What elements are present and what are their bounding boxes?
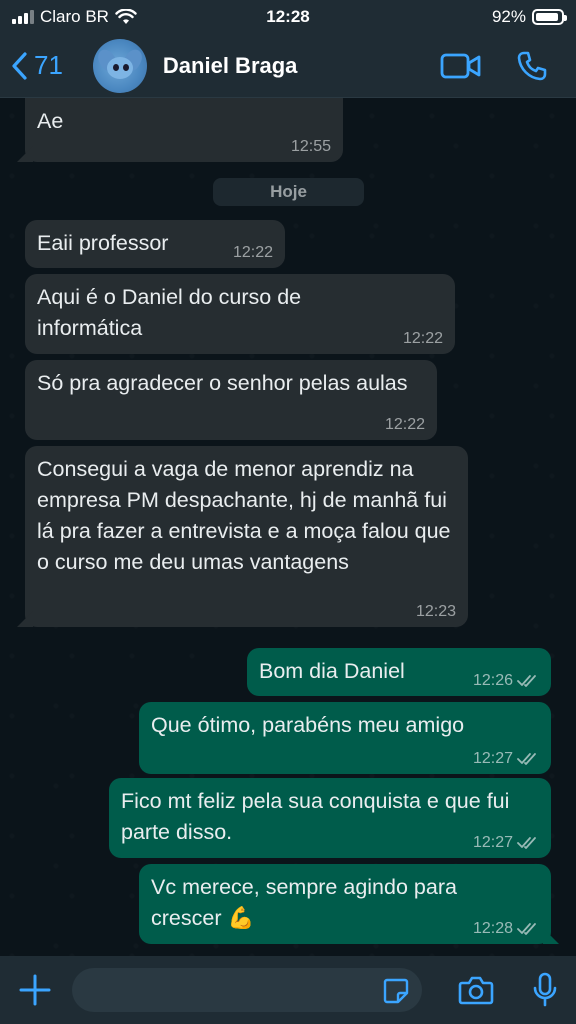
message-text: Fico mt feliz pela sua conquista e que f… (121, 789, 510, 844)
attach-button[interactable] (14, 969, 56, 1011)
message-time: 12:22 (232, 244, 273, 261)
avatar-eye (112, 63, 119, 71)
message-time: 12:27 (472, 834, 513, 851)
message-outgoing[interactable]: Fico mt feliz pela sua conquista e que f… (109, 778, 551, 858)
date-separator: Hoje (213, 178, 364, 206)
back-button[interactable]: 71 (10, 50, 63, 81)
status-right: 92% (384, 7, 567, 27)
message-time: 12:28 (472, 920, 513, 937)
avatar[interactable] (92, 38, 147, 93)
avatar-face (106, 56, 133, 79)
message-input[interactable] (72, 968, 422, 1012)
message-text: Aqui é o Daniel do curso de informática (37, 285, 302, 340)
message-time: 12:22 (384, 416, 425, 433)
battery-fill (536, 13, 559, 21)
message-status: 12:26 (473, 672, 539, 690)
message-incoming[interactable]: Só pra agradecer o senhor pelas aulas 12… (25, 360, 437, 440)
chat-area[interactable]: Ae 12:55 Hoje Eaii professor 12:22 Aqui … (0, 98, 576, 956)
battery-percent: 92% (491, 7, 526, 26)
message-text: Que ótimo, parabéns meu amigo (151, 713, 465, 737)
carrier-name: Claro BR (40, 7, 109, 26)
camera-icon[interactable] (458, 975, 494, 1005)
message-outgoing[interactable]: Bom dia Daniel 12:26 (247, 648, 551, 696)
status-bar: Claro BR 12:28 92% (0, 0, 576, 34)
phone-icon[interactable] (516, 50, 548, 82)
message-time: 12:26 (472, 672, 513, 689)
sticker-icon[interactable] (382, 977, 410, 1005)
message-text: Consegui a vaga de menor aprendiz na emp… (37, 457, 451, 574)
message-status: 12:28 (473, 920, 539, 938)
wifi-icon (115, 9, 137, 24)
double-check-icon (517, 837, 536, 849)
status-left: Claro BR (12, 7, 192, 27)
double-check-icon (517, 753, 536, 765)
message-time: 12:55 (290, 138, 331, 155)
message-text: Só pra agradecer o senhor pelas aulas (37, 371, 408, 395)
message-incoming[interactable]: Ae 12:55 (25, 98, 343, 162)
message-incoming[interactable]: Eaii professor 12:22 (25, 220, 285, 268)
contact-name[interactable]: Daniel Braga (163, 53, 440, 79)
message-text: Vc merece, sempre agindo para crescer 💪 (151, 875, 457, 930)
microphone-icon[interactable] (532, 972, 558, 1008)
message-input-wrap (56, 968, 422, 1012)
message-outgoing[interactable]: Vc merece, sempre agindo para crescer 💪 … (139, 864, 551, 944)
signal-icon (12, 10, 34, 24)
message-time: 12:27 (472, 750, 513, 767)
message-text: Ae (37, 109, 64, 133)
message-incoming[interactable]: Consegui a vaga de menor aprendiz na emp… (25, 446, 468, 627)
composer-actions (458, 972, 558, 1008)
video-call-icon[interactable] (440, 52, 482, 80)
message-status: 12:27 (473, 834, 539, 852)
plus-icon (19, 974, 51, 1006)
status-time: 12:28 (266, 7, 310, 26)
double-check-icon (517, 923, 536, 935)
message-status: 12:27 (473, 750, 539, 768)
message-time: 12:22 (402, 330, 443, 347)
message-text: Bom dia Daniel (259, 659, 405, 683)
double-check-icon (517, 675, 536, 687)
message-time: 12:23 (415, 603, 456, 620)
battery-icon (532, 9, 567, 25)
unread-count: 71 (34, 50, 63, 80)
header-actions (440, 50, 548, 82)
message-text: Eaii professor (37, 231, 169, 255)
chat-header: 71 Daniel Braga (0, 34, 576, 98)
composer-bar (0, 956, 576, 1024)
message-outgoing[interactable]: Que ótimo, parabéns meu amigo 12:27 (139, 702, 551, 774)
avatar-eye (122, 63, 129, 71)
back-chevron-icon (12, 51, 27, 80)
message-incoming[interactable]: Aqui é o Daniel do curso de informática … (25, 274, 455, 354)
